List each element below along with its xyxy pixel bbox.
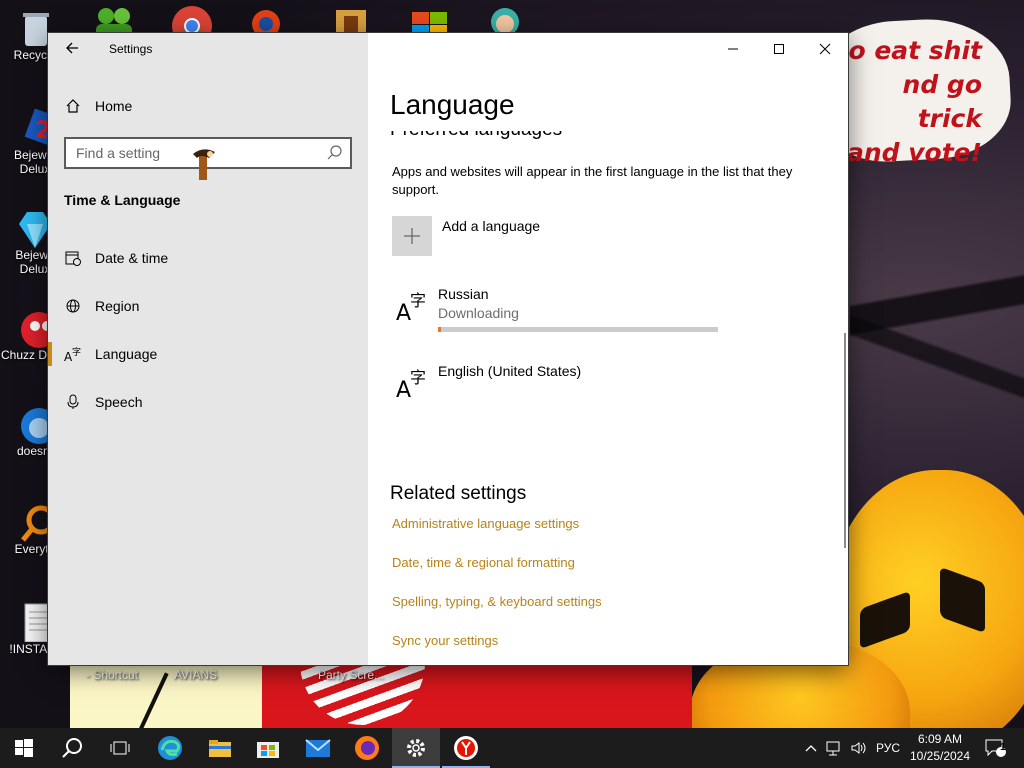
- language-glyph-icon: A字: [396, 291, 426, 322]
- show-hidden-icons-button[interactable]: [800, 728, 822, 768]
- microphone-icon: [64, 394, 82, 410]
- network-tray-button[interactable]: [824, 728, 846, 768]
- animated-cursor-icon: [193, 149, 215, 180]
- link-spelling-typing-keyboard[interactable]: Spelling, typing, & keyboard settings: [392, 594, 602, 609]
- calendar-clock-icon: [64, 250, 82, 266]
- language-name: English (United States): [438, 363, 582, 379]
- nav-speech[interactable]: Speech: [48, 384, 368, 420]
- start-icon: [15, 739, 33, 757]
- svg-text:字: 字: [410, 368, 426, 387]
- close-icon: [819, 43, 831, 55]
- wallpaper-tree: [850, 160, 1024, 490]
- edge-icon: [158, 736, 182, 760]
- store-button[interactable]: [244, 728, 292, 768]
- firefox-button[interactable]: [343, 728, 391, 768]
- nav-date-time[interactable]: Date & time: [48, 240, 368, 276]
- task-view-icon: [110, 741, 130, 755]
- plus-icon: [392, 216, 432, 256]
- language-item-english[interactable]: A字 English (United States): [392, 363, 812, 405]
- download-progress-fill: [438, 327, 442, 332]
- clock[interactable]: 6:09 AM 10/25/2024: [904, 731, 976, 765]
- add-language-button[interactable]: Add a language: [392, 216, 540, 256]
- action-center-button[interactable]: 1: [978, 728, 1012, 768]
- yandex-browser-icon: [454, 736, 478, 760]
- window-title: Settings: [109, 42, 153, 56]
- close-button[interactable]: [802, 33, 848, 65]
- languages-description: Apps and websites will appear in the fir…: [392, 164, 793, 197]
- search-icon[interactable]: [326, 144, 344, 162]
- volume-tray-button[interactable]: [848, 728, 870, 768]
- input-language-indicator[interactable]: РУС: [872, 728, 904, 768]
- svg-text:A: A: [396, 378, 411, 399]
- back-arrow-icon: [66, 42, 78, 54]
- nav-home[interactable]: Home: [48, 88, 368, 124]
- yandex-browser-button[interactable]: [442, 728, 490, 768]
- minimize-button[interactable]: [710, 33, 756, 65]
- clock-date: 10/25/2024: [909, 749, 971, 763]
- nav-home-label: Home: [95, 98, 133, 114]
- svg-text:字: 字: [72, 346, 81, 358]
- svg-text:字: 字: [410, 291, 426, 310]
- firefox-icon: [355, 736, 379, 760]
- settings-sidebar: Settings Home Time & Language Date & tim…: [48, 33, 368, 665]
- search-icon: [62, 738, 82, 758]
- maximize-button[interactable]: [756, 33, 802, 65]
- volume-icon: [851, 742, 866, 754]
- chevron-up-icon: [805, 745, 817, 752]
- language-item-russian[interactable]: A字 Russian Downloading: [392, 286, 812, 334]
- search-input[interactable]: [66, 139, 306, 167]
- desktop-party-label[interactable]: Party Scre...: [318, 668, 384, 682]
- taskbar: РУС 6:09 AM 10/25/2024 1: [0, 728, 1024, 768]
- settings-main: Preferred languages Language Apps and we…: [368, 33, 848, 665]
- mail-icon: [305, 739, 331, 757]
- link-sync-settings[interactable]: Sync your settings: [392, 633, 498, 648]
- scrollbar[interactable]: [844, 333, 846, 548]
- nav-speech-label: Speech: [95, 394, 143, 410]
- language-icon: A字: [64, 346, 82, 362]
- language-status: Downloading: [438, 305, 519, 321]
- clock-time: 6:09 AM: [917, 732, 963, 746]
- page-title: Language: [390, 89, 810, 131]
- svg-text:A: A: [396, 301, 411, 322]
- nav-language-label: Language: [95, 346, 158, 362]
- nav-language[interactable]: A字 Language: [48, 336, 368, 372]
- notification-count: 1: [1000, 742, 1006, 753]
- start-button[interactable]: [0, 728, 48, 768]
- file-explorer-icon: [209, 740, 231, 757]
- section-title: Time & Language: [64, 192, 181, 208]
- download-progress-bar: [438, 327, 718, 332]
- edge-button[interactable]: [146, 728, 194, 768]
- desktop-shortcut-label[interactable]: - Shortcut: [86, 668, 138, 682]
- nav-region[interactable]: Region: [48, 288, 368, 324]
- maximize-icon: [774, 44, 784, 54]
- nav-date-time-label: Date & time: [95, 250, 169, 266]
- wallpaper-speech-text: o eat shit nd go trick and vote!: [846, 36, 982, 167]
- link-administrative-language[interactable]: Administrative language settings: [392, 516, 579, 531]
- globe-icon: [64, 298, 82, 314]
- add-language-label: Add a language: [442, 218, 541, 234]
- settings-window: Settings Home Time & Language Date & tim…: [48, 33, 848, 665]
- network-icon: [826, 741, 840, 756]
- task-view-button[interactable]: [96, 728, 144, 768]
- store-icon: [257, 742, 279, 758]
- minimize-icon: [728, 48, 738, 50]
- mail-button[interactable]: [294, 728, 342, 768]
- link-date-time-formatting[interactable]: Date, time & regional formatting: [392, 555, 575, 570]
- language-name: Russian: [438, 286, 489, 302]
- settings-button[interactable]: [392, 728, 440, 768]
- taskbar-search-button[interactable]: [48, 728, 96, 768]
- desktop-avians-label[interactable]: AVIANS: [174, 668, 217, 682]
- language-glyph-icon: A字: [396, 368, 426, 399]
- file-explorer-button[interactable]: [196, 728, 244, 768]
- home-icon: [64, 98, 82, 114]
- settings-icon: [407, 739, 425, 757]
- related-settings-title: Related settings: [390, 483, 527, 504]
- nav-region-label: Region: [95, 298, 140, 314]
- back-button[interactable]: [58, 37, 86, 65]
